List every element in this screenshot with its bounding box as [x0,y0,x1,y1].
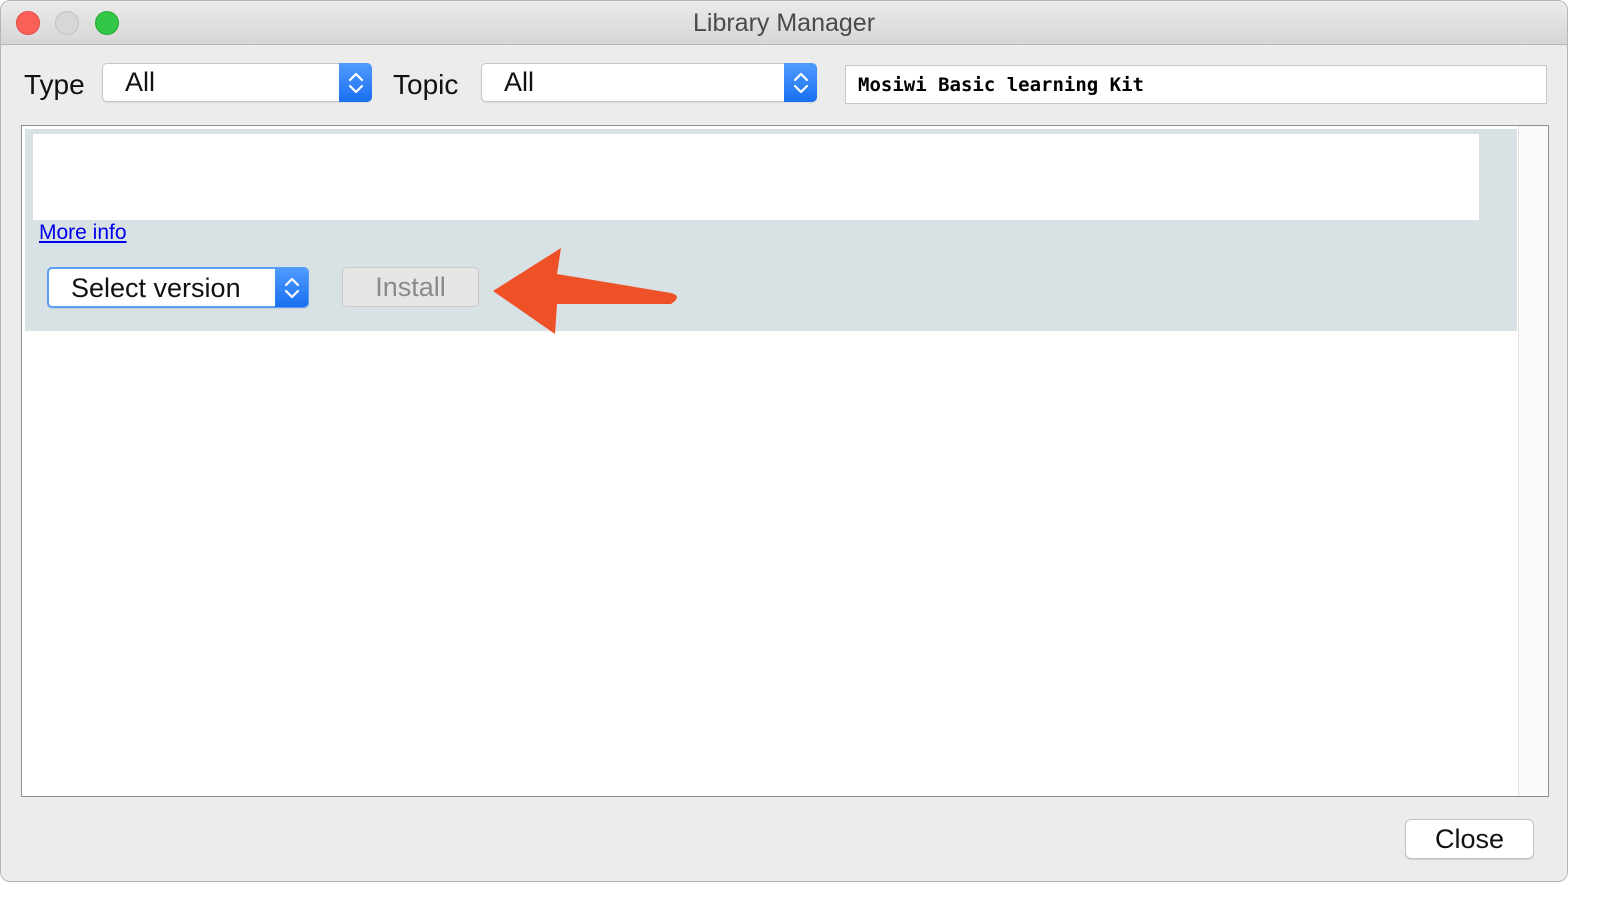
close-button[interactable]: Close [1405,819,1534,859]
version-stepper-icon [275,268,308,307]
topic-stepper-icon [784,63,817,102]
version-select[interactable]: Select version [47,267,309,308]
type-select[interactable]: All [102,63,372,102]
list-item[interactable]: More info Select version Install [25,129,1517,331]
type-label: Type [24,69,85,100]
type-select-value: All [125,67,156,97]
library-list: More info Select version Install [21,125,1549,797]
library-description [33,134,1479,220]
title-bar: Library Manager [1,1,1567,45]
search-input[interactable] [845,65,1547,104]
red-arrow-icon [493,248,677,334]
install-button[interactable]: Install [342,267,479,307]
topic-label: Topic [393,69,459,100]
type-stepper-icon [339,63,372,102]
library-manager-window: Library Manager Type All Topic All More … [0,0,1568,882]
topic-select[interactable]: All [481,63,817,102]
topic-select-value: All [504,67,535,97]
more-info-link[interactable]: More info [39,221,127,245]
version-select-value: Select version [71,273,241,303]
window-title: Library Manager [692,9,876,37]
scrollbar[interactable] [1518,126,1548,796]
